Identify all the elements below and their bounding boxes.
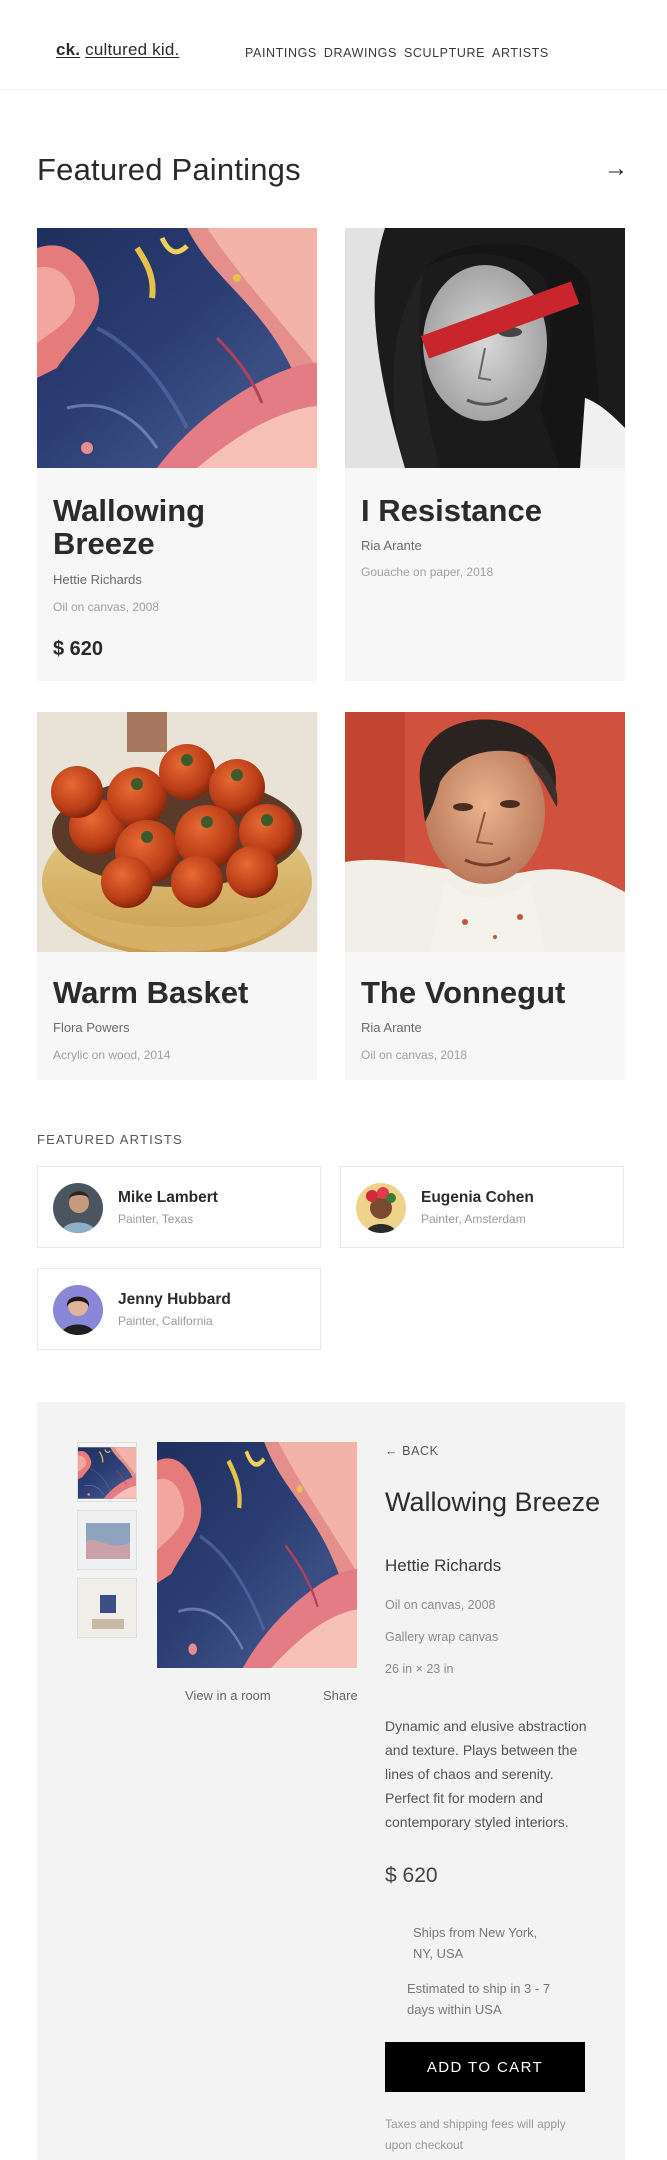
detail-title: Wallowing Breeze bbox=[385, 1487, 601, 1517]
painting-image bbox=[345, 712, 625, 952]
avatar bbox=[356, 1183, 406, 1233]
painting-image bbox=[345, 228, 625, 468]
painting-title: The Vonnegut bbox=[361, 975, 566, 1010]
painting-image bbox=[37, 712, 317, 952]
painting-medium: Oil on canvas, 2008 bbox=[53, 600, 160, 614]
site-header: ck. cultured kid. PAINTINGS DRAWINGS SCU… bbox=[0, 0, 667, 90]
thumbnail-wall-view[interactable] bbox=[77, 1578, 137, 1638]
detail-size: 26 in × 23 in bbox=[385, 1662, 454, 1676]
nav-sculpture[interactable]: SCULPTURE bbox=[404, 46, 485, 60]
painting-card[interactable]: Warm Basket Flora Powers Acrylic on wood… bbox=[37, 712, 317, 1080]
painting-medium: Oil on canvas, 2018 bbox=[361, 1048, 468, 1062]
thumbnail-room-view[interactable] bbox=[77, 1510, 137, 1570]
detail-medium: Oil on canvas, 2008 bbox=[385, 1598, 496, 1612]
logo[interactable]: ck. cultured kid. bbox=[56, 40, 179, 60]
detail-canvas: Gallery wrap canvas bbox=[385, 1630, 499, 1644]
artist-role: Painter, Amsterdam bbox=[421, 1212, 526, 1226]
painting-title: Wallowing Breeze bbox=[53, 493, 206, 561]
product-detail-panel: View in a room Share ← BACK Wallowing Br… bbox=[37, 1402, 625, 2160]
featured-paintings-title: Featured Paintings bbox=[37, 152, 301, 187]
avatar bbox=[53, 1183, 103, 1233]
painting-artist: Ria Arante bbox=[361, 1020, 422, 1035]
painting-image bbox=[37, 228, 317, 468]
view-in-room-link[interactable]: View in a room bbox=[185, 1688, 271, 1703]
painting-title: Warm Basket bbox=[53, 975, 249, 1010]
avatar bbox=[53, 1285, 103, 1335]
detail-description: Dynamic and elusive abstraction and text… bbox=[385, 1718, 587, 1830]
painting-card[interactable]: The Vonnegut Ria Arante Oil on canvas, 2… bbox=[345, 712, 625, 1080]
painting-artist: Flora Powers bbox=[53, 1020, 130, 1035]
share-link[interactable]: Share bbox=[323, 1688, 358, 1703]
painting-price: $ 620 bbox=[53, 638, 104, 660]
featured-artists-title: FEATURED ARTISTS bbox=[37, 1132, 183, 1147]
painting-card[interactable]: Wallowing Breeze Hettie Richards Oil on … bbox=[37, 228, 317, 681]
main-nav: PAINTINGS DRAWINGS SCULPTURE ARTISTS bbox=[245, 46, 549, 60]
artist-card[interactable]: Jenny Hubbard Painter, California bbox=[37, 1268, 321, 1350]
nav-artists[interactable]: ARTISTS bbox=[492, 46, 549, 60]
logo-text: cultured kid. bbox=[85, 40, 180, 59]
artist-name: Eugenia Cohen bbox=[421, 1189, 534, 1206]
nav-drawings[interactable]: DRAWINGS bbox=[324, 46, 397, 60]
painting-artist: Ria Arante bbox=[361, 538, 422, 553]
detail-price: $ 620 bbox=[385, 1864, 438, 1887]
back-link[interactable]: ← BACK bbox=[385, 1444, 439, 1458]
thumbnail-painting[interactable] bbox=[77, 1442, 137, 1502]
artist-role: Painter, California bbox=[118, 1314, 213, 1328]
artist-role: Painter, Texas bbox=[118, 1212, 194, 1226]
painting-artist: Hettie Richards bbox=[53, 572, 142, 587]
painting-medium: Gouache on paper, 2018 bbox=[361, 565, 494, 579]
logo-mark: ck. bbox=[56, 40, 81, 59]
checkout-note: Taxes and shipping fees will apply upon … bbox=[385, 2117, 566, 2152]
painting-medium: Acrylic on wood, 2014 bbox=[53, 1048, 171, 1062]
nav-paintings[interactable]: PAINTINGS bbox=[245, 46, 317, 60]
estimated-shipping: Estimated to ship in 3 - 7 days within U… bbox=[407, 1981, 551, 2017]
painting-card[interactable]: I Resistance Ria Arante Gouache on paper… bbox=[345, 228, 625, 681]
artist-name: Jenny Hubbard bbox=[118, 1291, 231, 1308]
arrow-right-icon[interactable]: → bbox=[604, 155, 628, 183]
add-to-cart-button[interactable]: ADD TO CART bbox=[385, 2042, 585, 2092]
artist-card[interactable]: Eugenia Cohen Painter, Amsterdam bbox=[340, 1166, 624, 1248]
detail-artist: Hettie Richards bbox=[385, 1556, 502, 1575]
ships-from: Ships from New York, NY, USA bbox=[413, 1925, 538, 1961]
artist-card[interactable]: Mike Lambert Painter, Texas bbox=[37, 1166, 321, 1248]
artist-name: Mike Lambert bbox=[118, 1189, 218, 1206]
painting-title: I Resistance bbox=[361, 493, 542, 528]
main-painting-image bbox=[157, 1442, 357, 1668]
